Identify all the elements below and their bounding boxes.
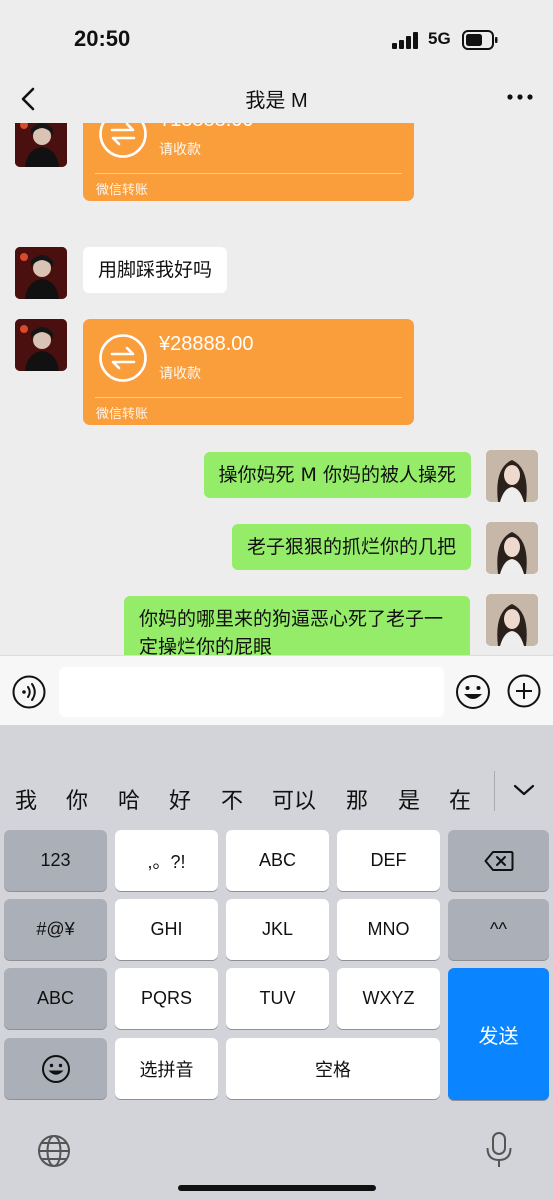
avatar[interactable] <box>486 450 538 502</box>
avatar[interactable] <box>486 522 538 574</box>
key-space[interactable]: 空格 <box>226 1038 440 1099</box>
send-button[interactable]: 发送 <box>448 968 549 1100</box>
transfer-arrows-icon <box>99 123 147 158</box>
candidate-item[interactable]: 在 <box>449 783 471 815</box>
key-ghi[interactable]: GHI <box>115 899 218 960</box>
status-bar: 20:50 5G <box>0 0 553 80</box>
avatar[interactable] <box>15 319 67 371</box>
key-abc[interactable]: ABC <box>226 830 329 891</box>
key-jkl[interactable]: JKL <box>226 899 329 960</box>
backspace-icon <box>484 850 513 871</box>
signal-icon <box>392 31 420 49</box>
candidate-item[interactable]: 是 <box>398 783 420 815</box>
transfer-status: 请收款 <box>159 142 201 158</box>
key-emoticon[interactable]: ^^ <box>448 899 549 960</box>
plus-icon[interactable] <box>507 674 541 708</box>
voice-icon[interactable] <box>12 675 46 709</box>
battery-icon <box>462 30 498 50</box>
transfer-footer: 微信转账 <box>96 183 149 198</box>
message-input[interactable] <box>59 667 444 717</box>
candidate-item[interactable]: 哈 <box>118 783 140 815</box>
key-wxyz[interactable]: WXYZ <box>337 968 440 1029</box>
key-pqrs[interactable]: PQRS <box>115 968 218 1029</box>
candidate-item[interactable]: 好 <box>169 783 191 815</box>
input-bar <box>0 655 553 725</box>
message-bubble[interactable]: 用脚踩我好吗 <box>83 247 228 293</box>
key-numbers[interactable]: 123 <box>4 830 107 891</box>
key-def[interactable]: DEF <box>337 830 440 891</box>
divider <box>95 173 402 174</box>
keyboard: 我 你 哈 好 不 可以 那 是 在 <box>0 725 553 1200</box>
candidate-item[interactable]: 可以 <box>272 783 316 815</box>
key-emoji[interactable] <box>4 1038 107 1099</box>
microphone-icon[interactable] <box>484 1131 514 1169</box>
transfer-card[interactable]: ¥18888.00 请收款 微信转账 <box>83 123 414 201</box>
network-type: 5G <box>428 29 451 48</box>
key-english[interactable]: ABC <box>4 968 107 1029</box>
transfer-arrows-icon <box>99 334 147 382</box>
key-symbols[interactable]: #@¥ <box>4 899 107 960</box>
candidate-bar: 我 你 哈 好 不 可以 那 是 在 <box>0 765 553 827</box>
divider <box>95 397 402 398</box>
divider <box>494 771 495 811</box>
key-backspace[interactable] <box>448 830 549 891</box>
emoji-icon[interactable] <box>455 674 491 710</box>
transfer-amount: ¥28888.00 <box>159 333 254 355</box>
transfer-status: 请收款 <box>159 366 201 382</box>
key-punctuation[interactable]: ,。?! <box>115 830 218 891</box>
emoji-icon <box>41 1054 70 1083</box>
transfer-footer: 微信转账 <box>96 407 149 422</box>
message-bubble[interactable]: 操你妈死 M 你妈的被人操死 <box>203 452 471 498</box>
status-time: 20:50 <box>74 26 131 51</box>
home-indicator[interactable] <box>178 1185 376 1191</box>
candidate-item[interactable]: 不 <box>221 783 243 815</box>
chat-title: 我是 M <box>245 90 308 112</box>
message-bubble[interactable]: 老子狠狠的抓烂你的几把 <box>231 524 471 570</box>
candidate-item[interactable]: 你 <box>66 783 88 815</box>
chevron-down-icon[interactable] <box>512 781 536 799</box>
message-list[interactable]: ¥18888.00 请收款 微信转账 用脚踩我好吗 ¥28888.00 请收款 … <box>0 123 553 655</box>
avatar[interactable] <box>15 247 67 299</box>
transfer-card[interactable]: ¥28888.00 请收款 微信转账 <box>83 319 414 425</box>
chat-header: 我是 M <box>0 75 553 123</box>
avatar[interactable] <box>486 594 538 646</box>
candidate-item[interactable]: 那 <box>346 783 368 815</box>
transfer-amount: ¥18888.00 <box>159 123 254 132</box>
message-bubble[interactable]: 你妈的哪里来的狗逼恶心死了老子一定操烂你的屁眼 <box>124 596 470 655</box>
key-tuv[interactable]: TUV <box>226 968 329 1029</box>
key-mno[interactable]: MNO <box>337 899 440 960</box>
candidate-item[interactable]: 我 <box>15 783 37 815</box>
avatar[interactable] <box>15 123 67 167</box>
globe-icon[interactable] <box>36 1133 72 1169</box>
key-pinyin[interactable]: 选拼音 <box>115 1038 218 1099</box>
more-dots-icon[interactable] <box>505 87 535 107</box>
